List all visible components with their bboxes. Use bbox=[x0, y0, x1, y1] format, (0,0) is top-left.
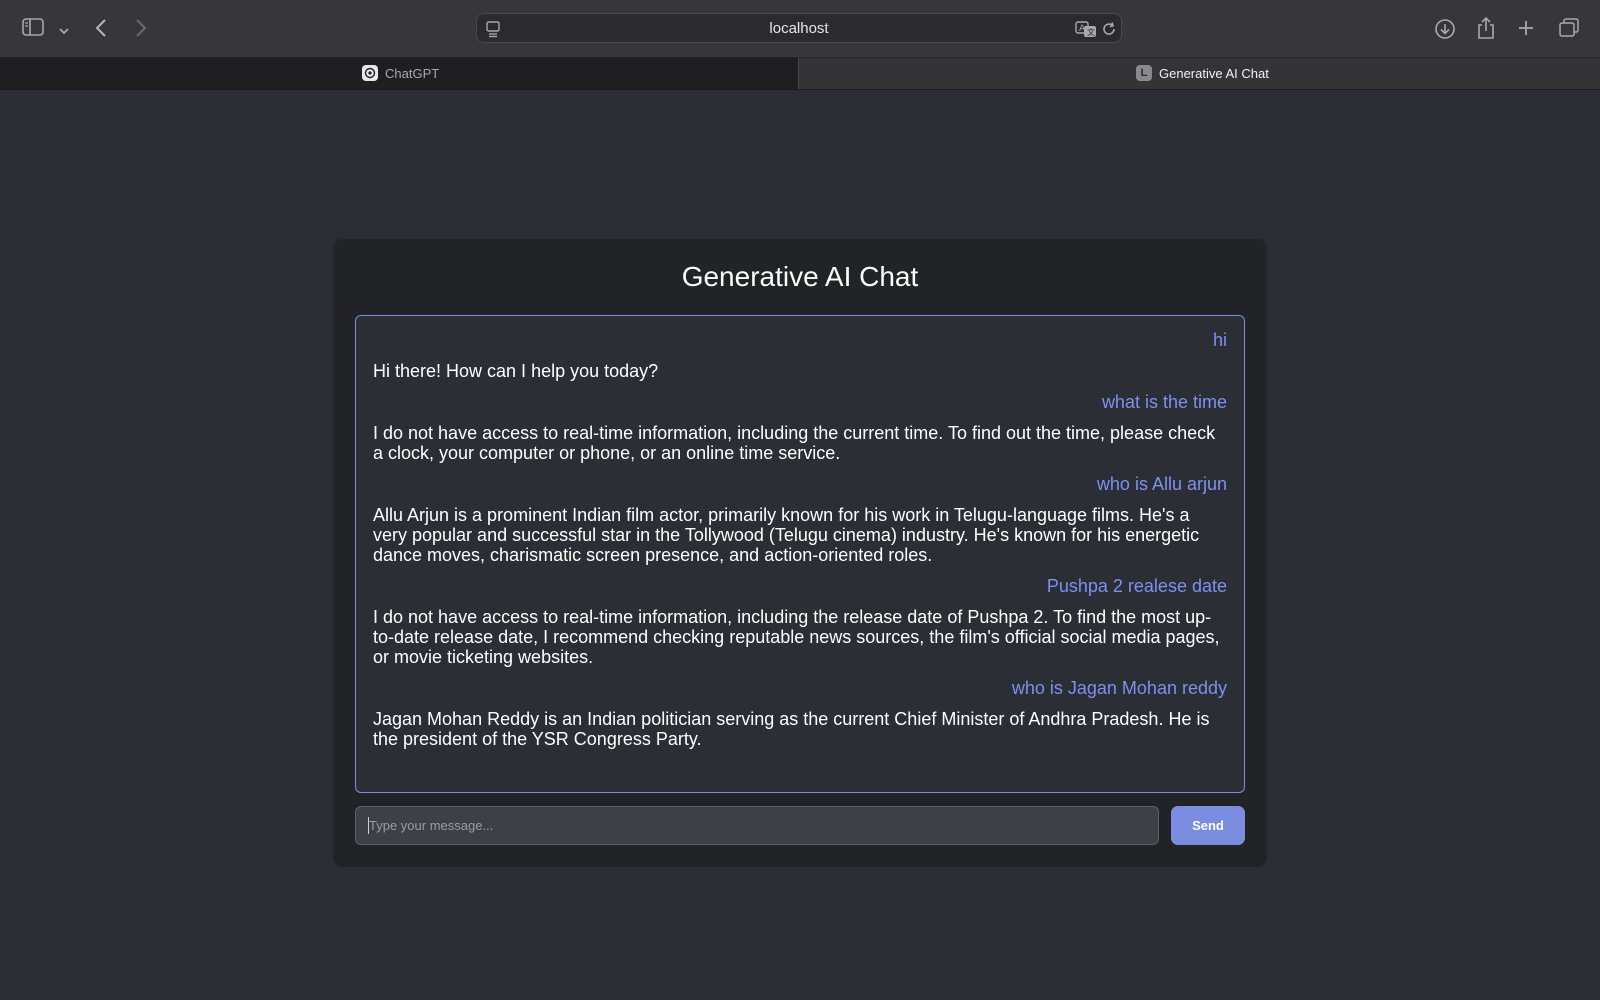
translate-icon[interactable]: A文 bbox=[1075, 20, 1097, 43]
user-message: what is the time bbox=[1101, 392, 1227, 412]
page-title: Generative AI Chat bbox=[681, 261, 919, 292]
bot-message: Hi there! How can I help you today? bbox=[373, 361, 659, 381]
user-message: who is Allu arjun bbox=[1096, 474, 1227, 494]
chevron-down-icon[interactable] bbox=[59, 22, 69, 40]
share-icon[interactable] bbox=[1476, 16, 1496, 45]
svg-text:文: 文 bbox=[1087, 27, 1095, 37]
user-message: Pushpa 2 realese date bbox=[1046, 576, 1227, 596]
forward-icon[interactable] bbox=[135, 18, 147, 43]
chat-card: Generative AI Chat hi Hi there! How can I… bbox=[333, 239, 1267, 867]
browser-toolbar: localhost A文 bbox=[0, 0, 1600, 58]
tab-label: Generative AI Chat bbox=[1159, 66, 1269, 81]
reload-icon[interactable] bbox=[1101, 21, 1117, 42]
tab-chatgpt[interactable]: ChatGPT bbox=[0, 58, 798, 89]
bot-message: Allu Arjun is a prominent Indian film ac… bbox=[373, 505, 1200, 565]
bot-message: I do not have access to real-time inform… bbox=[373, 423, 1216, 463]
chatgpt-favicon-icon bbox=[362, 65, 378, 81]
send-button[interactable]: Send bbox=[1171, 806, 1245, 845]
chat-messages[interactable]: hi Hi there! How can I help you today? wha… bbox=[355, 315, 1245, 793]
message-input[interactable]: Type your message... bbox=[355, 806, 1159, 845]
tab-label: ChatGPT bbox=[385, 66, 440, 81]
downloads-icon[interactable] bbox=[1434, 18, 1456, 45]
user-message: hi bbox=[1212, 330, 1227, 350]
tab-generative-ai-chat[interactable]: L Generative AI Chat bbox=[798, 58, 1600, 89]
sidebar-toggle-icon[interactable] bbox=[22, 18, 44, 41]
bot-message: I do not have access to real-time inform… bbox=[373, 607, 1220, 667]
address-bar[interactable]: localhost A文 bbox=[476, 13, 1122, 43]
bot-message: Jagan Mohan Reddy is an Indian politicia… bbox=[373, 709, 1210, 749]
page-favicon-icon: L bbox=[1136, 65, 1152, 81]
back-icon[interactable] bbox=[95, 18, 107, 43]
new-tab-icon[interactable] bbox=[1517, 19, 1535, 42]
tab-overview-icon[interactable] bbox=[1558, 18, 1580, 43]
address-text: localhost bbox=[769, 20, 829, 37]
message-placeholder: Type your message... bbox=[369, 818, 494, 833]
user-message: who is Jagan Mohan reddy bbox=[1011, 678, 1227, 698]
tab-bar: ChatGPT L Generative AI Chat bbox=[0, 58, 1600, 90]
